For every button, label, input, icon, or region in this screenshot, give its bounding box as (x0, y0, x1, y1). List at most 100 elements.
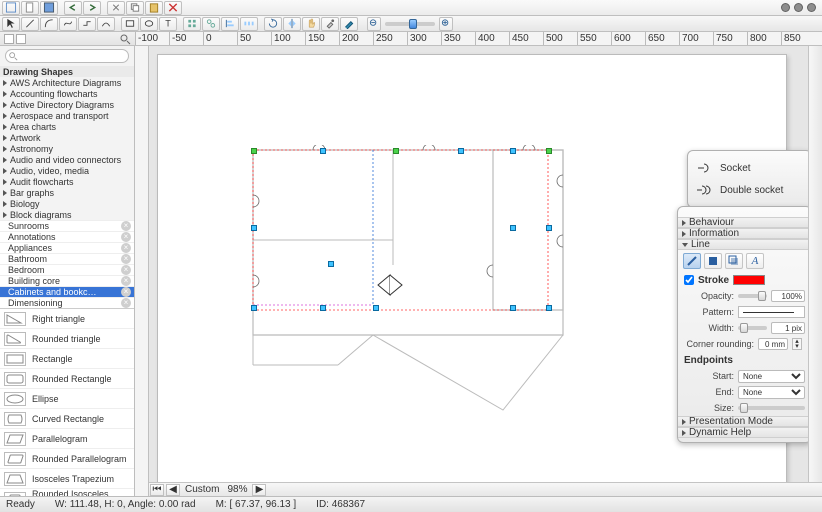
tool-delete[interactable] (164, 1, 182, 15)
shape-item[interactable]: Rectangle (0, 349, 134, 369)
stroke-checkbox[interactable] (684, 275, 694, 285)
category-item[interactable]: Audio and video connectors (0, 154, 134, 165)
opacity-value[interactable]: 100% (771, 290, 805, 302)
category-item[interactable]: Bar graphs (0, 187, 134, 198)
width-slider[interactable] (738, 326, 767, 330)
selection-handle[interactable] (251, 225, 257, 231)
category-item[interactable]: Audit flowcharts (0, 176, 134, 187)
close-icon[interactable]: × (121, 243, 131, 253)
palette-item-socket[interactable]: Socket (696, 157, 803, 179)
selection-handle[interactable] (458, 148, 464, 154)
width-value[interactable]: 1 pix (771, 322, 805, 334)
view-grid-icon[interactable] (4, 34, 14, 44)
tab-fill[interactable] (704, 253, 722, 269)
subcategory-item[interactable]: Building core× (0, 275, 134, 286)
category-item[interactable]: Block diagrams (0, 209, 134, 220)
selection-handle[interactable] (546, 225, 552, 231)
palette-search-icon[interactable] (119, 33, 131, 45)
zoom-out-button[interactable] (367, 17, 381, 31)
category-item[interactable]: Active Directory Diagrams (0, 99, 134, 110)
end-select[interactable]: None (738, 386, 805, 399)
category-item[interactable]: AWS Architecture Diagrams (0, 77, 134, 88)
shape-item[interactable]: Rounded Isosceles Trapezium (0, 489, 134, 496)
tool-rect[interactable] (121, 17, 139, 31)
tab-text[interactable]: A (746, 253, 764, 269)
palette-item-double-socket[interactable]: Double socket (696, 179, 803, 201)
tool-copy[interactable] (126, 1, 144, 15)
tool-save[interactable] (40, 1, 58, 15)
category-item[interactable]: Biology (0, 198, 134, 209)
subcategory-item[interactable]: Cabinets and bookc…× (0, 286, 134, 297)
section-line[interactable]: Line (678, 239, 811, 250)
zoom-mode-label[interactable]: Custom (185, 484, 219, 495)
shape-item[interactable]: Ellipse (0, 389, 134, 409)
section-presentation[interactable]: Presentation Mode (678, 416, 811, 427)
section-information[interactable]: Information (678, 228, 811, 239)
shape-item[interactable]: Rounded triangle (0, 329, 134, 349)
window-zoom[interactable] (807, 3, 816, 12)
opacity-slider[interactable] (738, 294, 767, 298)
vertical-scrollbar[interactable] (808, 46, 822, 482)
subcategory-item[interactable]: Dimensioning× (0, 297, 134, 308)
stroke-color-swatch[interactable] (733, 275, 765, 285)
selection-handle[interactable] (510, 148, 516, 154)
view-list-icon[interactable] (16, 34, 26, 44)
tool-snap-obj[interactable] (202, 17, 220, 31)
page-next[interactable]: ▶ (252, 484, 266, 496)
subcategory-item[interactable]: Bedroom× (0, 264, 134, 275)
pattern-select[interactable] (738, 306, 805, 318)
selection-handle[interactable] (510, 225, 516, 231)
category-item[interactable]: Aerospace and transport (0, 110, 134, 121)
category-item[interactable]: Accounting flowcharts (0, 88, 134, 99)
tool-rotate[interactable] (264, 17, 282, 31)
tool-text[interactable]: T (159, 17, 177, 31)
page-prev[interactable]: ◀ (166, 484, 180, 496)
close-icon[interactable]: × (121, 298, 131, 308)
shape-item[interactable]: Isosceles Trapezium (0, 469, 134, 489)
category-item[interactable]: Audio, video, media (0, 165, 134, 176)
close-icon[interactable]: × (121, 265, 131, 275)
close-icon[interactable]: × (121, 287, 131, 297)
close-icon[interactable]: × (121, 232, 131, 242)
shape-item[interactable]: Curved Rectangle (0, 409, 134, 429)
selection-handle[interactable] (546, 148, 552, 154)
tool-curve[interactable] (59, 17, 77, 31)
close-icon[interactable]: × (121, 276, 131, 286)
selection-handle[interactable] (546, 305, 552, 311)
tool-spline[interactable] (97, 17, 115, 31)
start-select[interactable]: None (738, 370, 805, 383)
subcategory-item[interactable]: Bathroom× (0, 253, 134, 264)
tool-flip[interactable] (283, 17, 301, 31)
page-first[interactable]: ⏮ (150, 484, 164, 496)
selection-handle[interactable] (320, 305, 326, 311)
subcategory-item[interactable]: Sunrooms× (0, 220, 134, 231)
window-min[interactable] (794, 3, 803, 12)
tool-pointer[interactable] (2, 17, 20, 31)
shape-item[interactable]: Rounded Rectangle (0, 369, 134, 389)
shape-item[interactable]: Rounded Parallelogram (0, 449, 134, 469)
section-behaviour[interactable]: Behaviour (678, 217, 811, 228)
tool-distribute[interactable] (240, 17, 258, 31)
zoom-slider[interactable] (385, 22, 435, 26)
tool-cut[interactable] (107, 1, 125, 15)
tool-align[interactable] (221, 17, 239, 31)
tool-line[interactable] (21, 17, 39, 31)
selection-handle[interactable] (510, 305, 516, 311)
tool-eyedrop[interactable] (321, 17, 339, 31)
shape-item[interactable]: Right triangle (0, 309, 134, 329)
tool-ellipse[interactable] (140, 17, 158, 31)
category-item[interactable]: Astronomy (0, 143, 134, 154)
close-icon[interactable]: × (121, 221, 131, 231)
category-item[interactable]: Artwork (0, 132, 134, 143)
horizontal-scrollbar[interactable]: ⏮ ◀ Custom 98% ▶ (149, 482, 822, 496)
search-input[interactable] (5, 49, 129, 63)
section-help[interactable]: Dynamic Help (678, 427, 811, 438)
sockets-palette[interactable]: Socket Double socket (687, 150, 812, 208)
subcategory-item[interactable]: Annotations× (0, 231, 134, 242)
selection-handle[interactable] (251, 148, 257, 154)
close-icon[interactable]: × (121, 254, 131, 264)
endpoint-size-slider[interactable] (738, 406, 805, 410)
corner-stepper[interactable]: ▴▾ (792, 338, 802, 350)
window-close[interactable] (781, 3, 790, 12)
tab-stroke[interactable] (683, 253, 701, 269)
